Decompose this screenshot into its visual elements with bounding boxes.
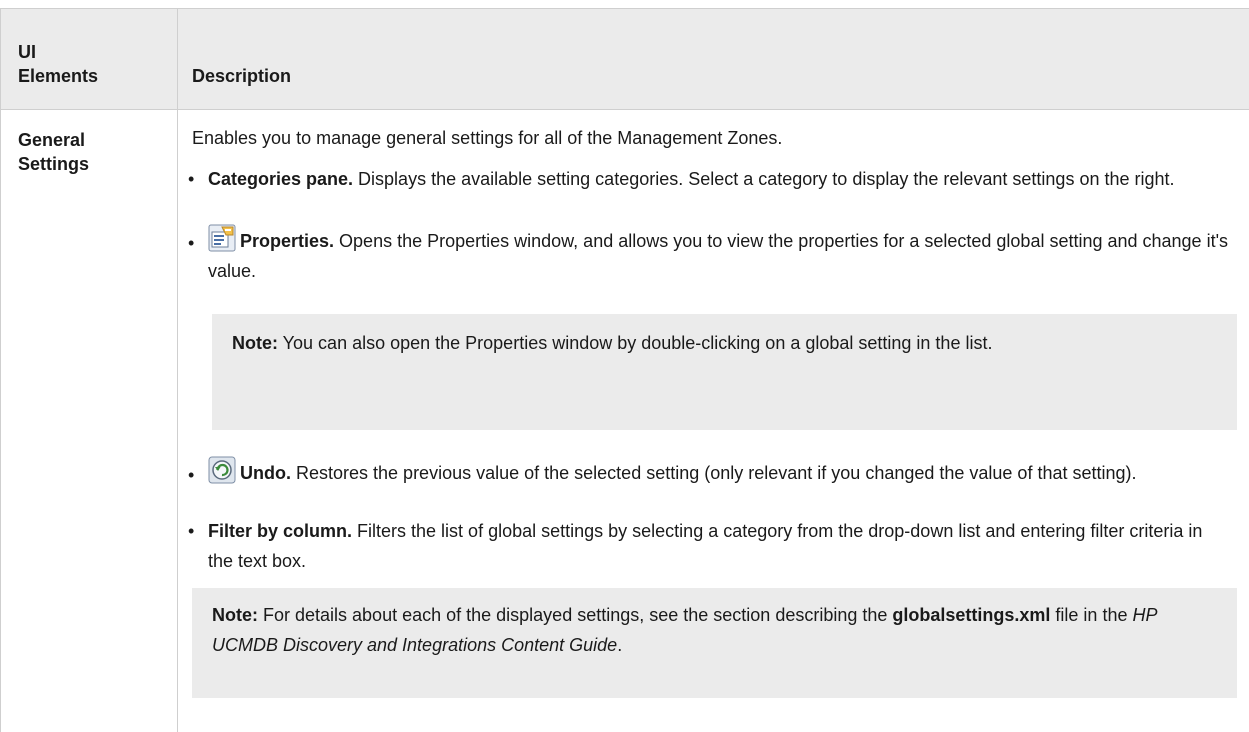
header-description: Description xyxy=(192,66,292,86)
note-filename: globalsettings.xml xyxy=(892,605,1051,625)
row-label-general-settings: General Settings xyxy=(18,128,168,176)
note-body: You can also open the Properties window … xyxy=(278,333,993,353)
note-text: Note: You can also open the Properties w… xyxy=(232,328,1232,358)
note-box-properties: Note: You can also open the Properties w… xyxy=(212,314,1237,430)
note-box-globalsettings: Note: For details about each of the disp… xyxy=(192,588,1237,698)
table-left-border xyxy=(0,8,1,732)
list-item-text: Properties. Opens the Properties window,… xyxy=(208,224,1228,286)
bullet-dot: • xyxy=(188,465,195,485)
note-body: For details about each of the displayed … xyxy=(258,605,893,625)
note-label: Note: xyxy=(212,605,258,625)
header-ui-line1: UI xyxy=(18,42,36,62)
note-label: Note: xyxy=(232,333,278,353)
ui-elements-table: UI Elements Description General Settings… xyxy=(0,0,1249,732)
header-ui-line2: Elements xyxy=(18,66,99,86)
note-body-end: . xyxy=(617,635,623,655)
list-item-title: Properties. xyxy=(240,231,335,251)
table-header-row xyxy=(0,9,1249,109)
list-item-body: Displays the available setting categorie… xyxy=(353,169,1175,189)
list-item-body: Opens the Properties window, and allows … xyxy=(208,231,1229,281)
list-item-title: Filter by column. xyxy=(208,521,353,541)
list-item-body: Filters the list of global settings by s… xyxy=(208,521,1203,571)
bullet-dot: • xyxy=(188,169,195,189)
intro-text: Enables you to manage general settings f… xyxy=(192,128,783,148)
row-label-line2: Settings xyxy=(18,154,90,174)
properties-icon xyxy=(208,224,236,252)
list-item-title: Undo. xyxy=(240,463,291,483)
list-item-text: Categories pane. Displays the available … xyxy=(208,164,1228,194)
note-text: Note: For details about each of the disp… xyxy=(212,600,1227,660)
row-label-line1: General xyxy=(18,130,86,150)
list-item-text: Filter by column. Filters the list of gl… xyxy=(208,516,1228,576)
list-item-body: Restores the previous value of the selec… xyxy=(291,463,1137,483)
bullet-dot: • xyxy=(188,233,195,253)
header-ui-elements: UI Elements xyxy=(18,40,168,88)
bullet-dot: • xyxy=(188,521,195,541)
table-header-border xyxy=(0,109,1249,110)
note-body-middle: file in the xyxy=(1050,605,1133,625)
list-item-text: Undo. Restores the previous value of the… xyxy=(208,456,1228,488)
table-column-divider xyxy=(177,8,178,732)
undo-icon xyxy=(208,456,236,484)
list-item-title: Categories pane. xyxy=(208,169,354,189)
